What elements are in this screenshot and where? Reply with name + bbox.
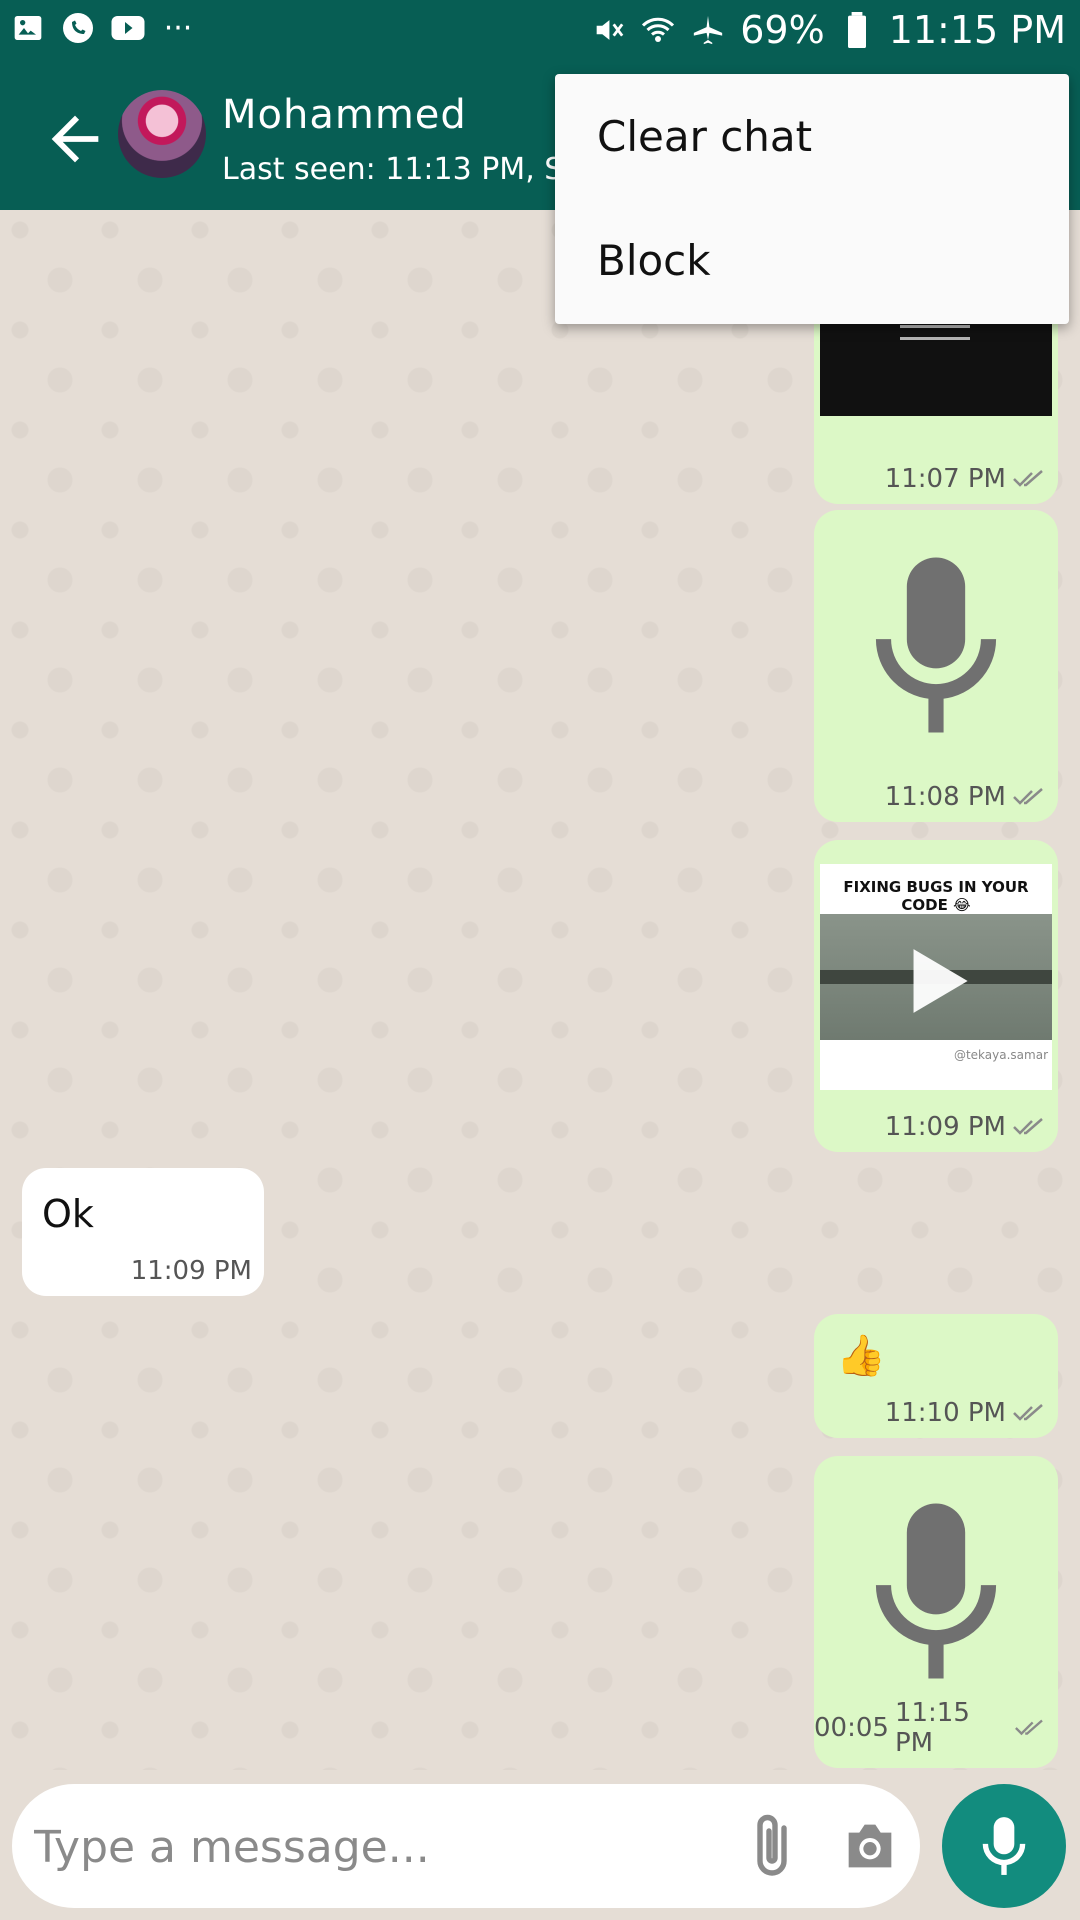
incoming-text-message[interactable]: Ok 11:09 PM bbox=[22, 1168, 264, 1296]
whatsapp-notification-icon bbox=[60, 10, 96, 46]
attachment-icon[interactable] bbox=[742, 1810, 802, 1882]
double-check-icon bbox=[1013, 1118, 1043, 1135]
more-notifications-icon: ··· bbox=[163, 10, 193, 46]
status-bar: ··· 69% 11:15 PM bbox=[0, 0, 1080, 62]
message-meta: 11:09 PM bbox=[885, 1112, 1046, 1142]
double-check-icon bbox=[1015, 1719, 1044, 1736]
mute-icon bbox=[590, 12, 626, 48]
message-time: 11:08 PM bbox=[884, 782, 1006, 812]
microphone-icon bbox=[982, 1817, 1026, 1875]
audio-message[interactable]: 00:05 11:15 PM bbox=[814, 1456, 1058, 1768]
video-message[interactable]: FIXING BUGS IN YOUR CODE 😂 @tekaya.samar… bbox=[814, 840, 1058, 1152]
avatar[interactable] bbox=[118, 90, 206, 178]
message-meta: 11:08 PM bbox=[885, 782, 1046, 812]
message-time: 11:09 PM bbox=[130, 1256, 252, 1286]
battery-percent: 69% bbox=[740, 8, 825, 52]
menu-item-block[interactable]: Block bbox=[597, 236, 711, 285]
double-check-icon bbox=[1013, 470, 1043, 487]
audio-message[interactable]: 11:08 PM bbox=[814, 510, 1058, 822]
microphone-icon bbox=[875, 557, 997, 733]
video-credit: @tekaya.samar bbox=[953, 1048, 1048, 1062]
clock: 11:15 PM bbox=[888, 8, 1066, 52]
back-button[interactable] bbox=[40, 104, 110, 174]
message-input[interactable] bbox=[32, 1812, 716, 1882]
gallery-notification-icon bbox=[10, 10, 46, 46]
voice-record-button[interactable] bbox=[942, 1784, 1066, 1908]
last-seen-status[interactable]: Last seen: 11:13 PM, Sep bbox=[222, 152, 601, 187]
message-meta: 11:09 PM bbox=[131, 1256, 252, 1286]
double-check-icon bbox=[1013, 1404, 1043, 1421]
message-time: 11:09 PM bbox=[884, 1112, 1006, 1142]
message-time: 11:15 PM bbox=[894, 1698, 970, 1758]
video-thumbnail[interactable]: FIXING BUGS IN YOUR CODE 😂 @tekaya.samar bbox=[820, 864, 1052, 1090]
message-emoji: 👍 bbox=[836, 1333, 886, 1379]
camera-icon[interactable] bbox=[838, 1814, 902, 1878]
audio-duration: 00:05 bbox=[814, 1713, 889, 1743]
youtube-notification-icon bbox=[110, 10, 146, 46]
contact-name[interactable]: Mohammed bbox=[222, 92, 467, 138]
chat-area[interactable]: 11:07 PM 11:08 PM FIXING BUGS IN YOUR CO… bbox=[0, 210, 1080, 1770]
play-icon[interactable] bbox=[906, 946, 972, 1016]
menu-item-clear-chat[interactable]: Clear chat bbox=[597, 112, 812, 161]
message-time: 11:07 PM bbox=[884, 464, 1006, 494]
emoji-message[interactable]: 👍 11:10 PM bbox=[814, 1314, 1058, 1438]
message-composer bbox=[12, 1784, 920, 1908]
wifi-icon bbox=[640, 12, 676, 48]
message-meta: 11:10 PM bbox=[885, 1398, 1046, 1428]
message-time: 11:10 PM bbox=[884, 1398, 1006, 1428]
double-check-icon bbox=[1013, 788, 1043, 805]
battery-icon bbox=[839, 12, 875, 48]
message-meta: 00:05 11:15 PM bbox=[814, 1698, 1046, 1758]
airplane-mode-icon bbox=[690, 12, 726, 48]
message-meta: 11:07 PM bbox=[885, 464, 1046, 494]
microphone-icon bbox=[875, 1503, 997, 1679]
video-caption: FIXING BUGS IN YOUR CODE 😂 bbox=[843, 878, 1029, 914]
message-text: Ok bbox=[42, 1192, 94, 1236]
arrow-left-icon bbox=[51, 115, 99, 163]
overflow-menu: Clear chat Block bbox=[555, 74, 1069, 324]
